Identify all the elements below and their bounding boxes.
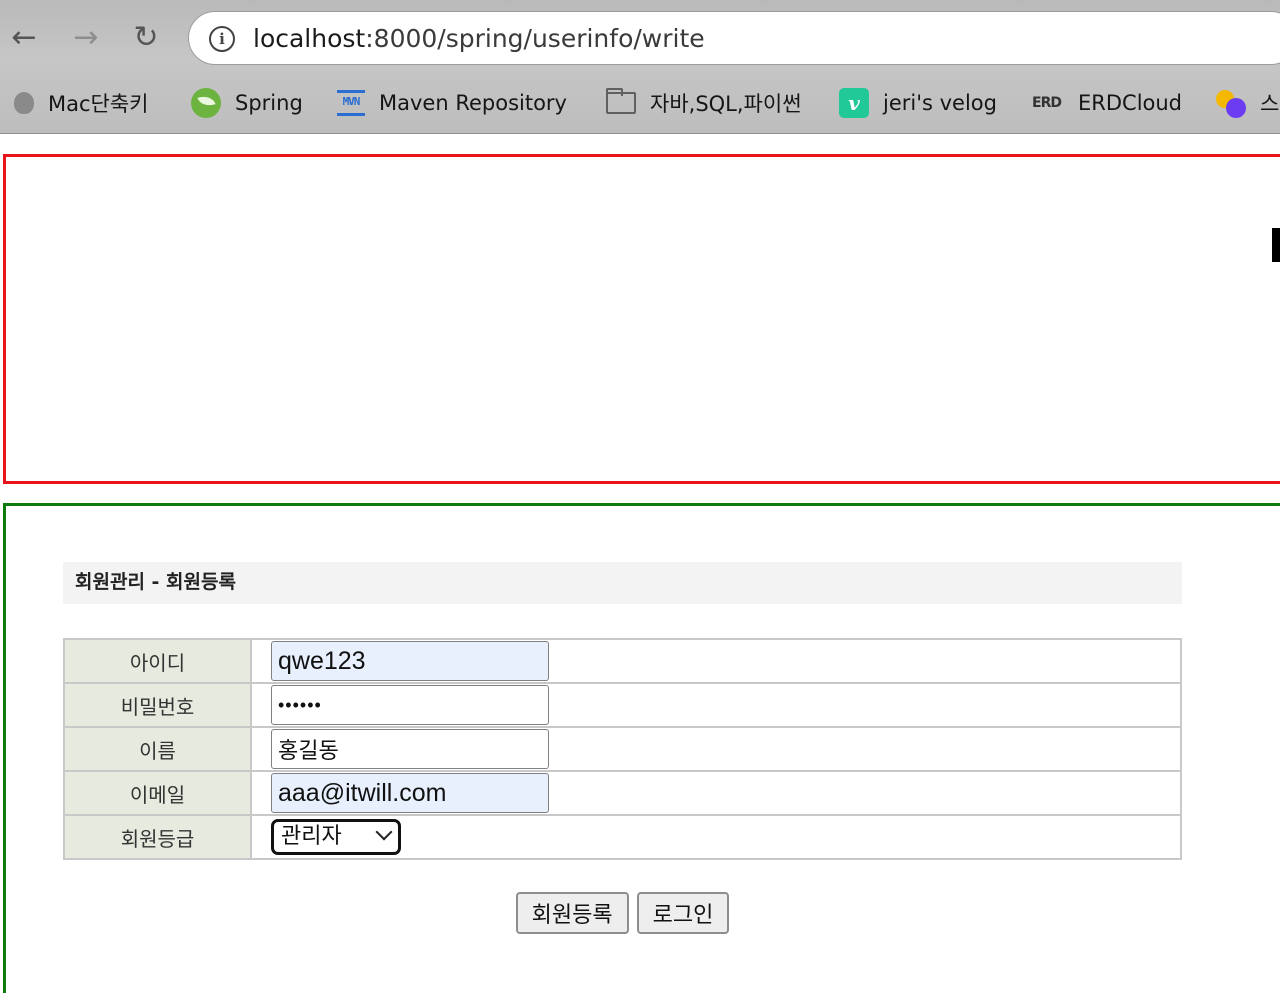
velog-icon: v (839, 88, 869, 118)
login-button[interactable]: 로그인 (636, 892, 730, 934)
table-row: 이메일 (63, 770, 1182, 816)
bookmark-label: 자바,SQL,파이썬 (650, 92, 802, 116)
email-input[interactable] (271, 773, 549, 813)
id-cell (250, 638, 1182, 684)
table-row: 아이디 (63, 638, 1182, 684)
url-path: :8000/spring/userinfo/write (365, 24, 705, 53)
bookmark-label: Mac단축키 (48, 92, 149, 116)
bookmark-label: ERDCloud (1078, 91, 1183, 115)
form-button-row: 회원등록 로그인 (0, 892, 1245, 934)
url-host: localhost (253, 24, 366, 53)
table-row: 회원등급 관리자 (63, 814, 1182, 860)
header-section (3, 154, 1280, 484)
name-label: 이름 (63, 726, 252, 772)
bookmark-label: jeri's velog (883, 91, 997, 115)
bookmark-folder-java-sql-python[interactable]: 자바,SQL,파이썬 (606, 82, 802, 124)
bookmark-label: Maven Repository (379, 91, 567, 115)
password-label: 비밀번호 (63, 682, 252, 728)
multicolor-icon (1216, 88, 1246, 118)
id-label: 아이디 (63, 638, 252, 684)
bookmark-truncated[interactable]: 스 (1216, 82, 1279, 124)
address-bar[interactable]: i localhost:8000/spring/userinfo/write (188, 11, 1280, 65)
bookmark-velog[interactable]: v jeri's velog (839, 82, 997, 124)
site-info-icon[interactable]: i (209, 26, 235, 52)
bookmark-spring[interactable]: Spring (191, 82, 303, 124)
bookmarks-bar: Mac단축키 Spring MVN Maven Repository 자바,SQ… (0, 82, 1280, 124)
forward-button[interactable]: → (68, 20, 104, 56)
reload-button[interactable]: ↻ (128, 20, 164, 56)
name-input[interactable] (271, 729, 549, 769)
grade-select[interactable]: 관리자 (271, 819, 401, 855)
chevron-down-icon (375, 823, 393, 841)
erd-icon: ERD (1032, 95, 1062, 111)
bookmark-erdcloud[interactable]: ERD ERDCloud (1032, 82, 1182, 124)
spring-icon (191, 88, 221, 118)
password-cell (250, 682, 1182, 728)
maven-icon: MVN (337, 90, 365, 116)
bookmark-maven-repository[interactable]: MVN Maven Repository (337, 82, 567, 124)
page-title: 회원관리 - 회원등록 (63, 562, 1182, 604)
table-row: 이름 (63, 726, 1182, 772)
back-button[interactable]: ← (6, 20, 42, 56)
register-button[interactable]: 회원등록 (515, 892, 629, 934)
id-input[interactable] (271, 641, 549, 681)
bookmark-label: Spring (235, 91, 303, 115)
password-input[interactable] (271, 685, 549, 725)
url-text[interactable]: localhost:8000/spring/userinfo/write (253, 24, 705, 53)
email-label: 이메일 (63, 770, 252, 816)
folder-icon (606, 88, 636, 114)
name-cell (250, 726, 1182, 772)
email-cell (250, 770, 1182, 816)
grade-select-value: 관리자 (281, 824, 342, 849)
bookmark-label: 스 (1260, 92, 1280, 116)
bookmark-mac-shortcuts[interactable]: Mac단축키 (14, 82, 149, 124)
grade-label: 회원등급 (63, 814, 252, 860)
table-row: 비밀번호 (63, 682, 1182, 728)
browser-chrome: ← → ↻ i localhost:8000/spring/userinfo/w… (0, 0, 1280, 134)
header-edge-mark (1272, 228, 1280, 262)
user-register-form: 아이디 비밀번호 이름 이메일 회원등급 관리자 (63, 638, 1182, 860)
apple-icon (14, 92, 34, 114)
grade-cell: 관리자 (250, 814, 1182, 860)
